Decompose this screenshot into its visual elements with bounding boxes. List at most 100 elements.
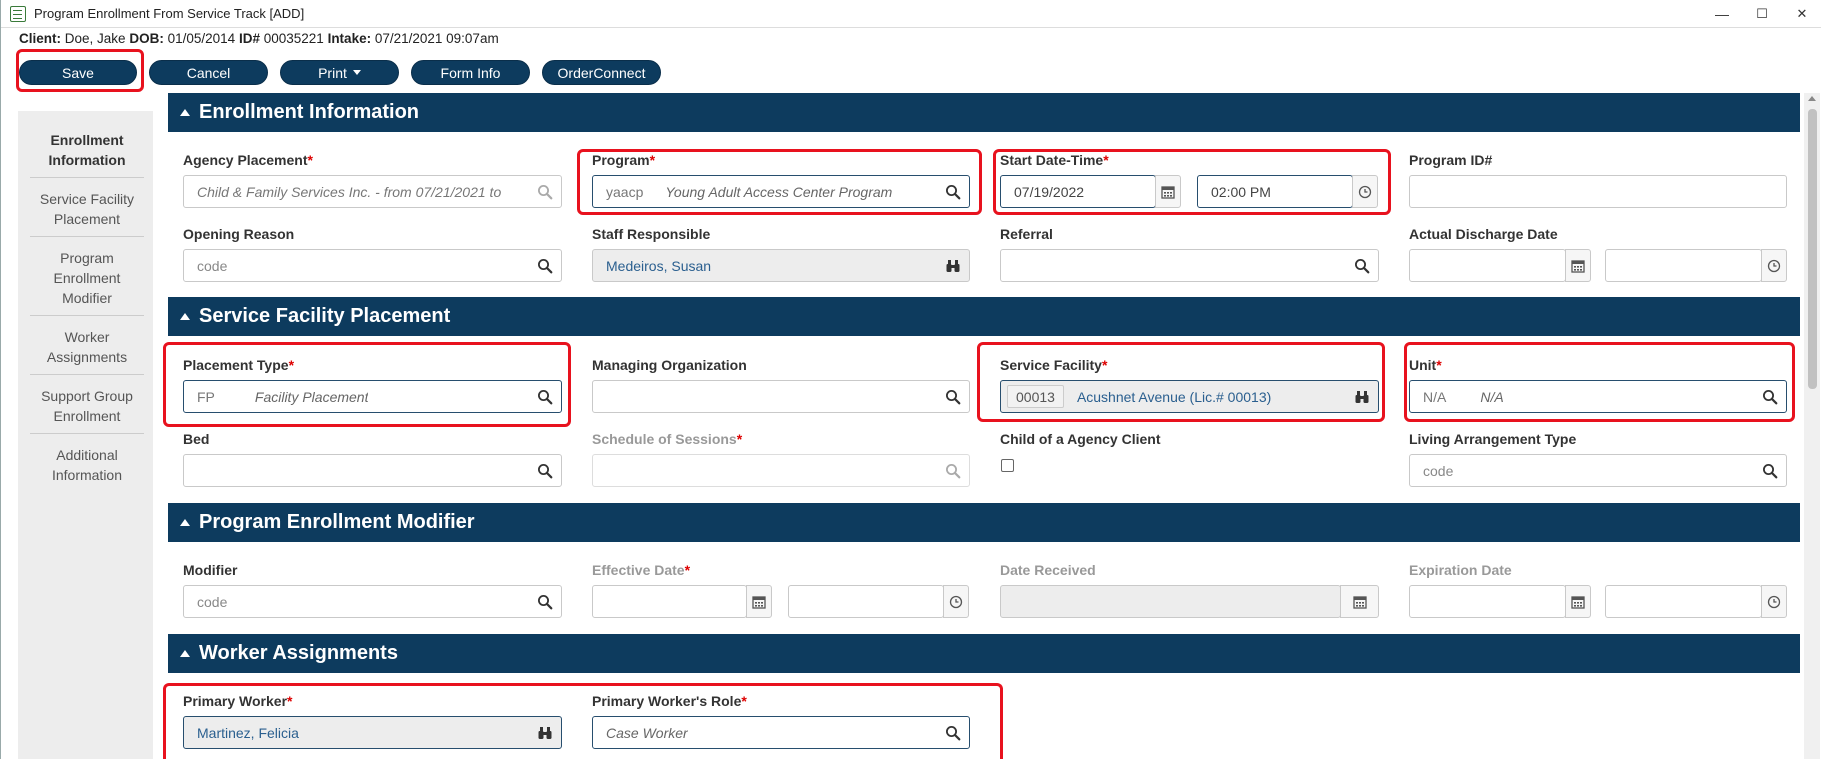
- binoculars-icon[interactable]: [1354, 389, 1370, 405]
- opening-reason-lookup[interactable]: code: [183, 249, 562, 282]
- expiration-date-input[interactable]: [1409, 585, 1566, 618]
- nav-divider: [30, 433, 144, 434]
- nav-divider: [30, 177, 144, 178]
- primary-worker-lookup[interactable]: Martinez, Felicia: [183, 716, 562, 749]
- client-intake: 07/21/2021 09:07am: [374, 31, 499, 46]
- unit-code: N/A: [1423, 388, 1447, 405]
- primary-worker-value[interactable]: Martinez, Felicia: [197, 725, 299, 741]
- section-header-workers[interactable]: Worker Assignments: [168, 634, 1800, 673]
- service-facility-lookup[interactable]: 00013 Acushnet Avenue (Lic.# 00013): [1000, 380, 1379, 413]
- window-title: Program Enrollment From Service Track [A…: [34, 6, 305, 21]
- minimize-button[interactable]: —: [1702, 0, 1742, 28]
- section-header-modifier[interactable]: Program Enrollment Modifier: [168, 503, 1800, 542]
- maximize-button[interactable]: ☐: [1742, 0, 1782, 28]
- primary-role-label: Primary Worker's Role*: [592, 693, 747, 709]
- bed-label: Bed: [183, 431, 210, 447]
- section-title: Program Enrollment Modifier: [199, 511, 475, 533]
- binoculars-icon[interactable]: [945, 258, 961, 274]
- primary-role-lookup[interactable]: Case Worker: [592, 716, 970, 749]
- expiration-time-clock-button[interactable]: [1761, 585, 1787, 618]
- discharge-date-input[interactable]: [1409, 249, 1566, 282]
- form-info-button[interactable]: Form Info: [411, 60, 530, 85]
- unit-description: N/A: [1480, 388, 1504, 405]
- scroll-up-icon[interactable]: [1808, 96, 1816, 101]
- discharge-time-input[interactable]: [1605, 249, 1762, 282]
- toolbar: Save Cancel Print Form Info OrderConnect: [19, 60, 661, 85]
- nav-divider: [30, 374, 144, 375]
- search-icon[interactable]: [537, 184, 553, 200]
- save-button[interactable]: Save: [19, 60, 137, 85]
- child-of-agency-checkbox[interactable]: [1001, 459, 1014, 472]
- order-connect-button[interactable]: OrderConnect: [542, 60, 661, 85]
- referral-lookup[interactable]: [1000, 249, 1379, 282]
- search-icon[interactable]: [537, 463, 553, 479]
- client-info-bar: Client: Doe, Jake DOB: 01/05/2014 ID# 00…: [19, 31, 499, 46]
- section-header-enrollment[interactable]: Enrollment Information: [168, 93, 1800, 132]
- print-button[interactable]: Print: [280, 60, 399, 85]
- nav-additional-information[interactable]: Additional Information: [30, 445, 144, 485]
- opening-reason-placeholder: code: [197, 257, 228, 274]
- program-id-input[interactable]: [1409, 175, 1787, 208]
- search-icon[interactable]: [537, 258, 553, 274]
- start-time-clock-button[interactable]: [1352, 175, 1378, 208]
- search-icon[interactable]: [945, 389, 961, 405]
- start-date-input[interactable]: 07/19/2022: [1000, 175, 1156, 208]
- modifier-lookup[interactable]: code: [183, 585, 562, 618]
- clock-icon: [1766, 594, 1782, 610]
- nav-worker-assignments[interactable]: Worker Assignments: [30, 327, 144, 367]
- unit-lookup[interactable]: N/A N/A: [1409, 380, 1787, 413]
- living-arrangement-lookup[interactable]: code: [1409, 454, 1787, 487]
- effective-time-clock-button[interactable]: [943, 585, 969, 618]
- title-bar: Program Enrollment From Service Track [A…: [1, 0, 1821, 28]
- effective-time-input[interactable]: [788, 585, 944, 618]
- nav-program-enrollment-modifier[interactable]: Program Enrollment Modifier: [30, 248, 144, 308]
- child-of-agency-label: Child of a Agency Client: [1000, 431, 1161, 447]
- expiration-date-calendar-button[interactable]: [1565, 585, 1591, 618]
- living-arrangement-placeholder: code: [1423, 462, 1454, 479]
- search-icon[interactable]: [537, 594, 553, 610]
- cancel-button[interactable]: Cancel: [149, 60, 268, 85]
- staff-responsible-lookup[interactable]: Medeiros, Susan: [592, 249, 970, 282]
- effective-date-input[interactable]: [592, 585, 747, 618]
- effective-date-calendar-button[interactable]: [746, 585, 772, 618]
- search-icon[interactable]: [945, 184, 961, 200]
- expiration-time-input[interactable]: [1605, 585, 1762, 618]
- dob-label: DOB:: [129, 31, 164, 46]
- expiration-date-label: Expiration Date: [1409, 562, 1512, 578]
- section-header-service-facility[interactable]: Service Facility Placement: [168, 297, 1800, 336]
- search-icon[interactable]: [1354, 258, 1370, 274]
- bed-lookup[interactable]: [183, 454, 562, 487]
- date-received-calendar-button[interactable]: [1340, 585, 1379, 618]
- nav-support-group-enrollment[interactable]: Support Group Enrollment: [30, 386, 144, 426]
- close-button[interactable]: ✕: [1782, 0, 1821, 28]
- form-main: Enrollment Information Agency Placement*…: [168, 93, 1800, 759]
- intake-label: Intake:: [327, 31, 372, 46]
- placement-type-label: Placement Type*: [183, 357, 295, 373]
- client-name: Doe, Jake: [64, 31, 126, 46]
- nav-service-facility-placement[interactable]: Service Facility Placement: [30, 189, 144, 229]
- nav-enrollment-information[interactable]: Enrollment Information: [30, 130, 144, 170]
- calendar-icon: [1352, 594, 1368, 610]
- managing-org-lookup[interactable]: [592, 380, 970, 413]
- scrollbar-thumb[interactable]: [1808, 109, 1817, 389]
- app-window: Program Enrollment From Service Track [A…: [0, 0, 1821, 759]
- placement-type-lookup[interactable]: FP Facility Placement: [183, 380, 562, 413]
- agency-placement-lookup[interactable]: Child & Family Services Inc. - from 07/2…: [183, 175, 562, 208]
- staff-responsible-value[interactable]: Medeiros, Susan: [606, 258, 711, 274]
- client-dob: 01/05/2014: [167, 31, 236, 46]
- service-facility-value[interactable]: Acushnet Avenue (Lic.# 00013): [1077, 389, 1271, 405]
- search-icon[interactable]: [945, 725, 961, 741]
- search-icon[interactable]: [1762, 463, 1778, 479]
- start-date-calendar-button[interactable]: [1155, 175, 1181, 208]
- binoculars-icon[interactable]: [537, 725, 553, 741]
- program-lookup[interactable]: yaacp Young Adult Access Center Program: [592, 175, 970, 208]
- vertical-scrollbar[interactable]: [1804, 93, 1820, 759]
- caret-down-icon: [352, 70, 361, 75]
- search-icon[interactable]: [1762, 389, 1778, 405]
- managing-org-label: Managing Organization: [592, 357, 747, 373]
- start-date-value: 07/19/2022: [1014, 183, 1085, 200]
- start-time-input[interactable]: 02:00 PM: [1197, 175, 1353, 208]
- search-icon[interactable]: [537, 389, 553, 405]
- discharge-time-clock-button[interactable]: [1761, 249, 1787, 282]
- discharge-date-calendar-button[interactable]: [1565, 249, 1591, 282]
